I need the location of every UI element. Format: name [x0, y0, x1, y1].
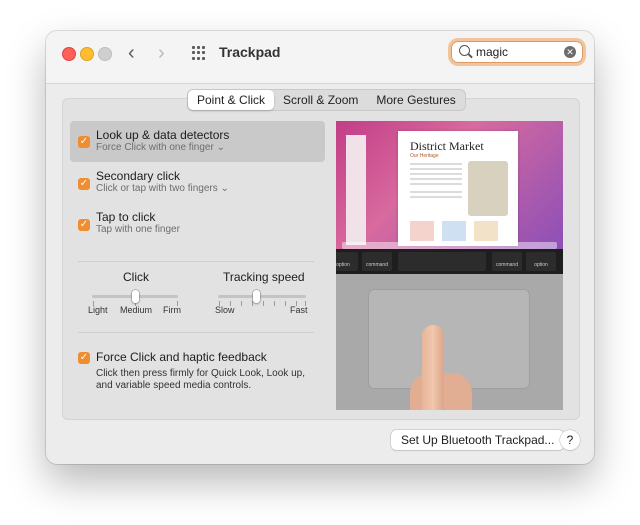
secondary-click-title: Secondary click — [96, 169, 181, 183]
page-thumbnails — [346, 135, 366, 245]
forward-arrow-icon[interactable]: › — [158, 41, 165, 65]
force-click-description-line-1: Click then press firmly for Quick Look, … — [96, 368, 305, 379]
option-secondary-click[interactable]: ✓ Secondary click Click or tap with two … — [70, 167, 325, 197]
gesture-preview-image: District Market Our Heritage option comm… — [336, 121, 563, 410]
document-subtitle: Our Heritage — [410, 153, 439, 159]
preview-screen: District Market Our Heritage — [336, 121, 563, 249]
trackpad-window: ‹ › Trackpad magic ✕ Point & Click Scrol… — [46, 31, 594, 464]
option-tap-to-click[interactable]: ✓ Tap to click Tap with one finger — [70, 208, 325, 238]
tap-to-click-title: Tap to click — [96, 210, 156, 224]
secondary-click-checkbox[interactable]: ✓ — [78, 178, 90, 190]
tab-more-gestures[interactable]: More Gestures — [367, 90, 464, 110]
text-line — [410, 183, 462, 185]
click-max-label: Firm — [163, 305, 181, 315]
look-up-title: Look up & data detectors — [96, 128, 230, 142]
tab-point-click[interactable]: Point & Click — [188, 90, 275, 110]
key-command: command — [362, 252, 392, 271]
text-line — [410, 168, 462, 170]
tile-image — [410, 221, 434, 241]
text-line — [410, 196, 462, 198]
tile-image — [474, 221, 498, 241]
key-option: option — [526, 252, 556, 271]
tap-to-click-checkbox[interactable]: ✓ — [78, 219, 90, 231]
chevron-down-icon: ⌄ — [216, 142, 225, 153]
show-all-grid-icon[interactable] — [192, 46, 206, 60]
force-click-description-line-2: and variable speed media controls. — [96, 380, 252, 391]
force-click-title: Force Click and haptic feedback — [96, 350, 267, 364]
key-option: option — [336, 252, 358, 271]
search-field[interactable]: magic ✕ — [451, 41, 583, 63]
minimize-button[interactable] — [80, 47, 94, 61]
preview-document: District Market Our Heritage — [398, 131, 518, 246]
document-title: District Market — [410, 139, 484, 153]
secondary-click-subtitle[interactable]: Click or tap with two fingers ⌄ — [96, 183, 229, 194]
click-mid-label: Medium — [120, 305, 153, 315]
window-title: Trackpad — [219, 44, 281, 60]
text-line — [410, 163, 462, 165]
tab-scroll-zoom[interactable]: Scroll & Zoom — [274, 90, 367, 110]
divider — [78, 332, 314, 333]
clear-search-icon[interactable]: ✕ — [564, 46, 576, 58]
tick-mark — [241, 301, 242, 306]
close-button[interactable] — [62, 47, 76, 61]
chevron-down-icon: ⌄ — [220, 183, 229, 194]
key-space — [398, 252, 486, 271]
look-up-subtitle[interactable]: Force Click with one finger ⌄ — [96, 142, 225, 153]
text-line — [410, 173, 462, 175]
divider — [78, 261, 314, 262]
option-look-up[interactable]: ✓ Look up & data detectors Force Click w… — [70, 121, 325, 162]
keyboard-row: option command command option — [336, 249, 563, 274]
force-click-checkbox[interactable]: ✓ — [78, 352, 90, 364]
text-line — [410, 178, 462, 180]
look-up-checkbox[interactable]: ✓ — [78, 136, 90, 148]
tracking-slider-knob[interactable] — [253, 290, 260, 303]
tick-mark — [285, 301, 286, 306]
tab-bar: Point & Click Scroll & Zoom More Gesture… — [187, 89, 466, 111]
back-arrow-icon[interactable]: ‹ — [128, 41, 135, 65]
tick-mark — [263, 301, 264, 306]
tracking-max-label: Fast — [290, 305, 308, 315]
click-slider-label: Click — [123, 270, 149, 284]
finger — [422, 325, 444, 410]
tracking-slider-track[interactable] — [218, 295, 306, 298]
text-line — [410, 191, 462, 193]
produce-photo — [468, 161, 508, 216]
tap-to-click-subtitle: Tap with one finger — [96, 224, 180, 235]
setup-bluetooth-trackpad-button[interactable]: Set Up Bluetooth Trackpad... — [391, 430, 565, 450]
key-command: command — [492, 252, 522, 271]
help-button[interactable]: ? — [560, 430, 580, 450]
tick-mark — [274, 301, 275, 306]
tile-image — [442, 221, 466, 241]
dock — [342, 242, 557, 249]
tracking-slider-label: Tracking speed — [223, 270, 305, 284]
zoom-button[interactable] — [98, 47, 112, 61]
search-icon — [459, 45, 470, 56]
search-input[interactable]: magic — [476, 45, 508, 59]
option-force-click[interactable]: ✓ Force Click and haptic feedback Click … — [70, 347, 325, 395]
title-bar: ‹ › Trackpad magic ✕ — [46, 31, 594, 84]
tracking-min-label: Slow — [215, 305, 235, 315]
click-min-label: Light — [88, 305, 108, 315]
click-slider-knob[interactable] — [132, 290, 139, 303]
